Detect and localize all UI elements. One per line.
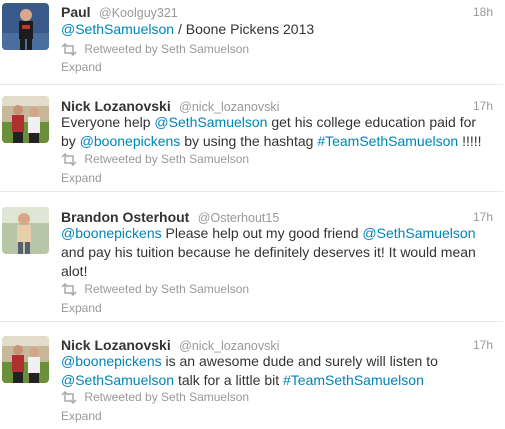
tweet-text: Everyone help @SethSamuelson get his col… xyxy=(61,113,491,151)
tweet-link[interactable]: #TeamSethSamuelson xyxy=(283,372,424,388)
tweet-text-segment: talk for a little bit xyxy=(174,372,283,388)
timestamp[interactable]: 18h xyxy=(473,5,493,19)
tweet-link[interactable]: #TeamSethSamuelson xyxy=(317,133,458,149)
avatar[interactable] xyxy=(2,207,49,254)
author-name[interactable]: Brandon Osterhout xyxy=(61,209,189,225)
expand-link[interactable]: Expand xyxy=(61,409,102,423)
author-handle[interactable]: @nick_lozanovski xyxy=(179,100,279,114)
tweet-link[interactable]: @boonepickens xyxy=(61,225,162,241)
tweet-link[interactable]: @SethSamuelson xyxy=(362,225,475,241)
tweet-text-segment: Everyone help xyxy=(61,114,155,130)
tweet-text-segment: is an awesome dude and surely will liste… xyxy=(161,353,438,369)
tweet-link[interactable]: @SethSamuelson xyxy=(61,372,174,388)
retweeted-by-label: Retweeted by Seth Samuelson xyxy=(84,42,250,56)
tweet-link[interactable]: @boonepickens xyxy=(80,133,181,149)
timestamp[interactable]: 17h xyxy=(473,338,493,352)
tweet-text-segment: / Boone Pickens 2013 xyxy=(174,21,315,37)
timestamp[interactable]: 17h xyxy=(473,99,493,113)
tweet-item[interactable]: Nick Lozanovski @nick_lozanovski 17h @bo… xyxy=(0,322,503,429)
timestamp[interactable]: 17h xyxy=(473,210,493,224)
author-handle[interactable]: @Koolguy321 xyxy=(99,6,178,20)
author-handle[interactable]: @nick_lozanovski xyxy=(179,339,279,353)
tweet-item[interactable]: Nick Lozanovski @nick_lozanovski 17h Eve… xyxy=(0,85,503,192)
author-name[interactable]: Nick Lozanovski xyxy=(61,98,171,114)
expand-link[interactable]: Expand xyxy=(61,171,102,185)
tweet-text-segment: Please help out my good friend xyxy=(161,225,363,241)
tweet-item[interactable]: Brandon Osterhout @Osterhout15 17h @boon… xyxy=(0,192,503,322)
avatar[interactable] xyxy=(2,96,49,143)
retweet-info: Retweeted by Seth Samuelson xyxy=(61,282,249,298)
retweeted-by-label: Retweeted by Seth Samuelson xyxy=(84,390,250,404)
tweet-link[interactable]: @boonepickens xyxy=(61,353,162,369)
retweet-info: Retweeted by Seth Samuelson xyxy=(61,152,249,168)
avatar[interactable] xyxy=(2,336,49,383)
tweet-text: @boonepickens is an awesome dude and sur… xyxy=(61,352,491,390)
tweet-link[interactable]: @SethSamuelson xyxy=(61,21,174,37)
retweet-info: Retweeted by Seth Samuelson xyxy=(61,42,249,58)
tweet-text-segment: !!!!! xyxy=(458,133,482,149)
tweet-text-segment: and pay his tuition because he definitel… xyxy=(61,244,476,279)
retweet-icon xyxy=(61,152,77,169)
tweet-text-segment: by using the hashtag xyxy=(180,133,318,149)
author-name[interactable]: Paul xyxy=(61,4,91,20)
author-name[interactable]: Nick Lozanovski xyxy=(61,337,171,353)
retweet-icon xyxy=(61,282,77,299)
expand-link[interactable]: Expand xyxy=(61,301,102,315)
tweet-text: @SethSamuelson / Boone Pickens 2013 xyxy=(61,20,491,39)
retweeted-by-label: Retweeted by Seth Samuelson xyxy=(84,282,250,296)
retweet-icon xyxy=(61,390,77,407)
tweet-item[interactable]: Paul @Koolguy321 18h @SethSamuelson / Bo… xyxy=(0,0,503,85)
retweet-info: Retweeted by Seth Samuelson xyxy=(61,390,249,406)
tweet-link[interactable]: @SethSamuelson xyxy=(154,114,267,130)
avatar[interactable] xyxy=(2,3,49,50)
retweeted-by-label: Retweeted by Seth Samuelson xyxy=(84,152,250,166)
tweet-timeline: Paul @Koolguy321 18h @SethSamuelson / Bo… xyxy=(0,0,505,429)
expand-link[interactable]: Expand xyxy=(61,60,102,74)
retweet-icon xyxy=(61,42,77,59)
author-handle[interactable]: @Osterhout15 xyxy=(198,211,279,225)
tweet-text: @boonepickens Please help out my good fr… xyxy=(61,224,491,281)
